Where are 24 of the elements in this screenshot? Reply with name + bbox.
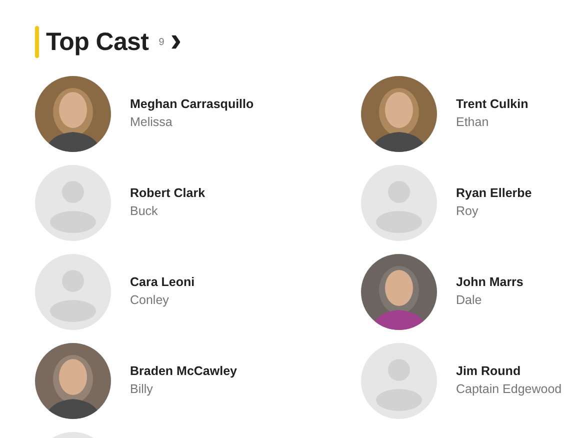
character-name: Melissa	[130, 114, 174, 131]
avatar-placeholder-icon	[35, 254, 111, 330]
actor-name[interactable]: Robert Clark	[130, 184, 206, 202]
actor-name[interactable]: Meghan Carrasquillo	[130, 95, 254, 113]
character-name: Captain Edgewood	[456, 381, 562, 398]
cast-count: 9	[158, 36, 164, 48]
character-name: Buck	[130, 203, 159, 220]
avatar-placeholder-icon	[35, 165, 111, 241]
actor-name[interactable]: Ryan Ellerbe	[456, 184, 532, 202]
actor-name[interactable]: Jim Round	[456, 362, 562, 380]
actor-name[interactable]: Cara Leoni	[130, 273, 195, 291]
avatar-placeholder-icon	[361, 165, 437, 241]
character-name: Billy	[130, 381, 154, 398]
accent-bar	[35, 26, 39, 58]
actor-name[interactable]: John Marrs	[456, 273, 524, 291]
character-name: Ethan	[456, 114, 490, 131]
section-title: Top Cast	[46, 28, 149, 56]
actor-name[interactable]: Trent Culkin	[456, 95, 528, 113]
avatar-placeholder-icon	[361, 343, 437, 419]
character-name: Roy	[456, 203, 480, 220]
character-name: Conley	[130, 292, 170, 309]
more-link[interactable]: ›	[170, 24, 182, 60]
actor-name[interactable]: Braden McCawley	[130, 362, 237, 380]
character-name: Dale	[456, 292, 483, 309]
